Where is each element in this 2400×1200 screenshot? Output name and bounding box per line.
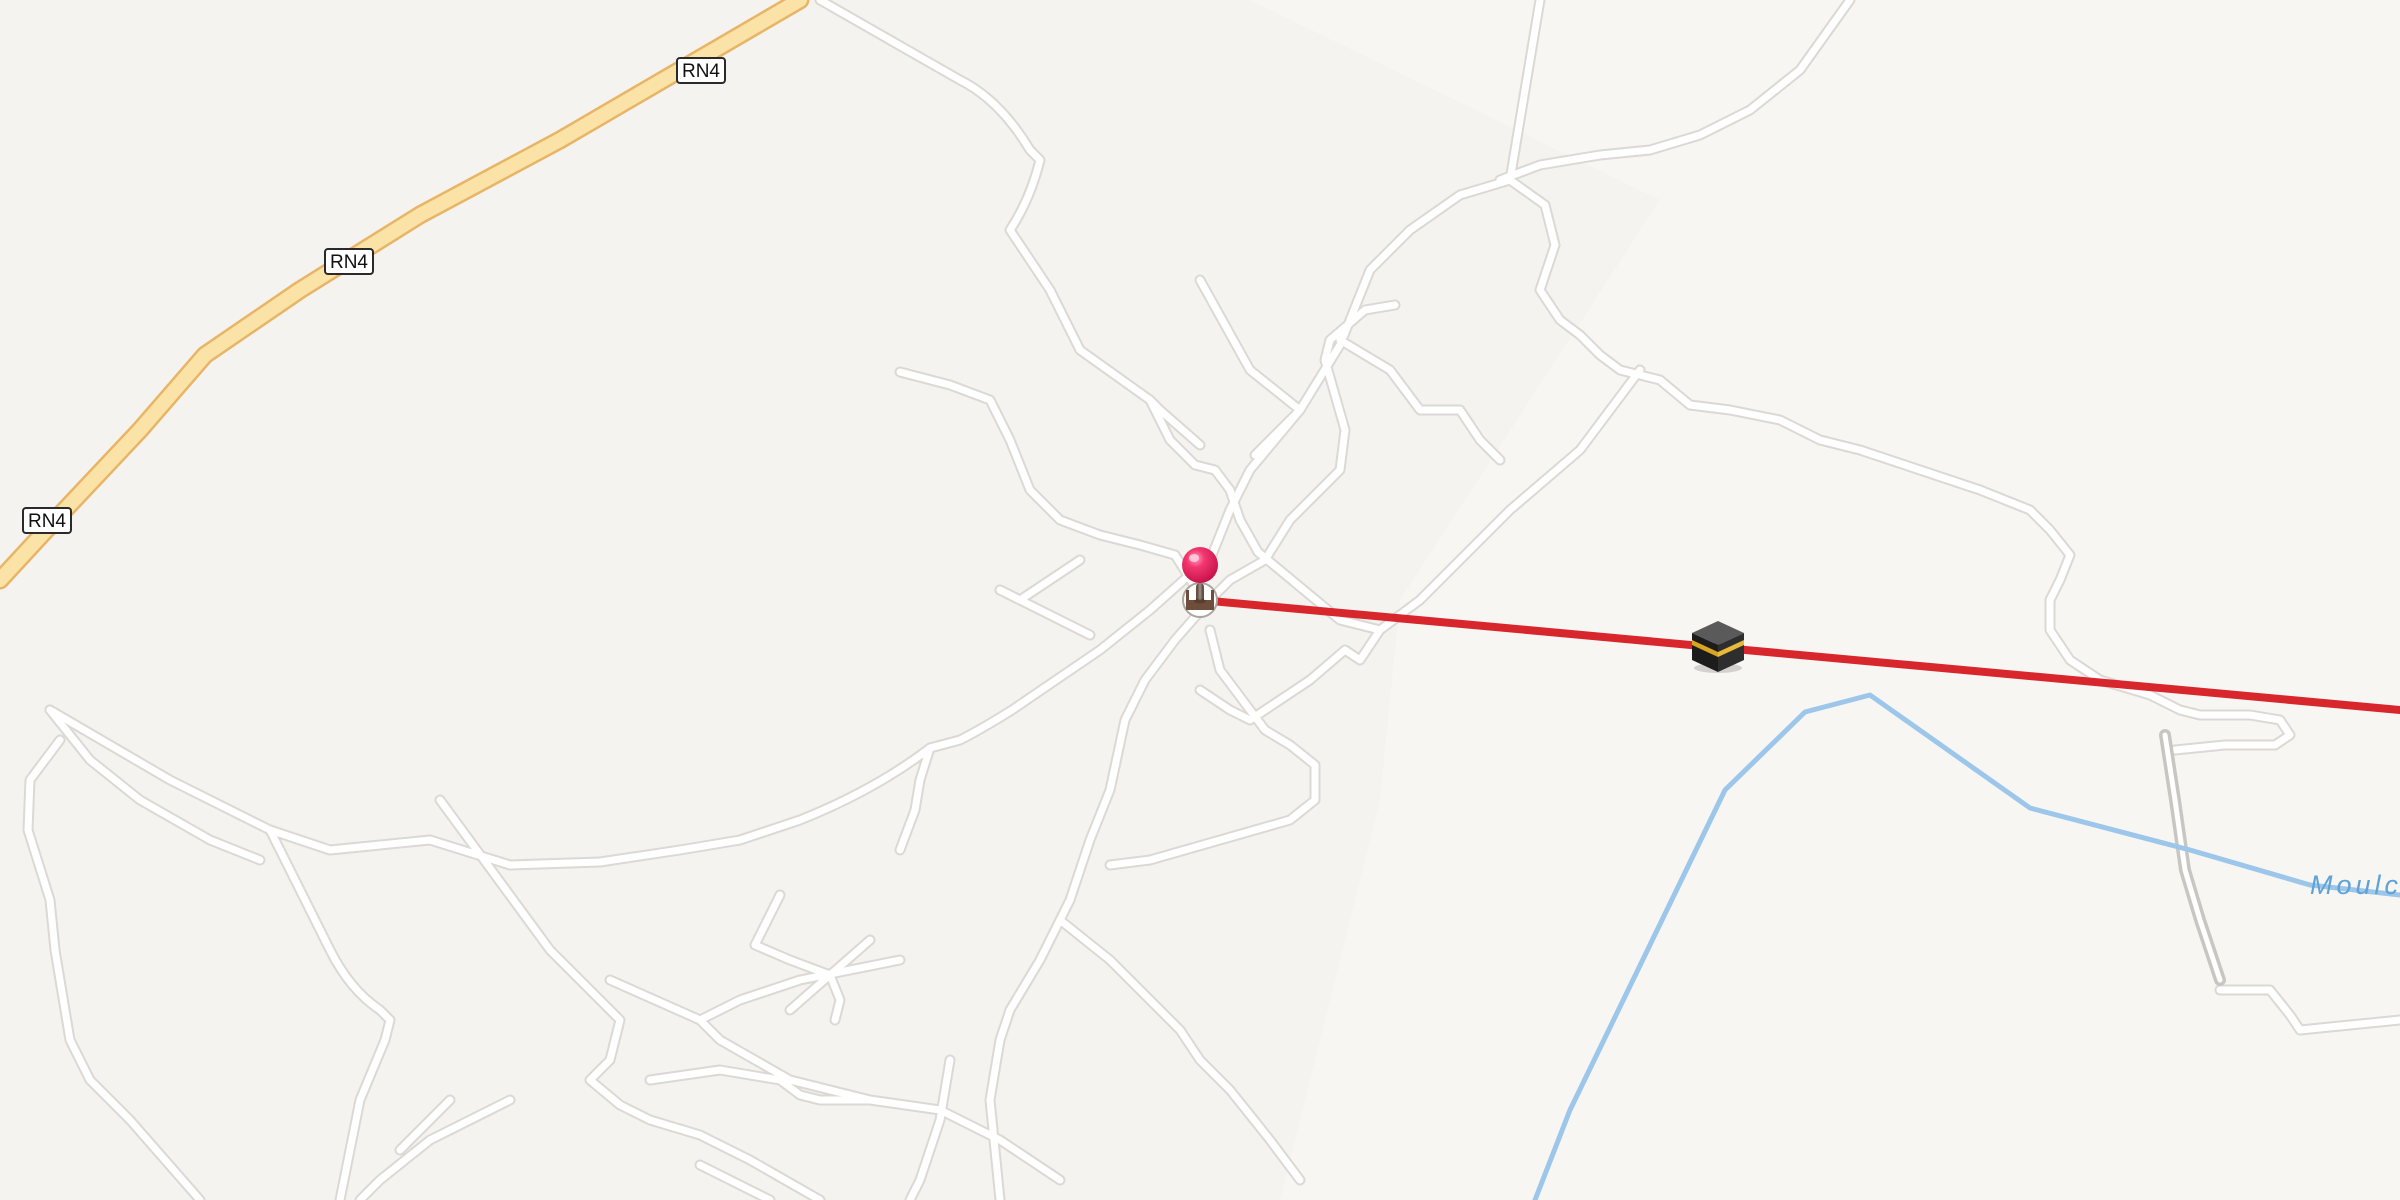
river-label: Moulc xyxy=(2310,870,2400,900)
route-shield: RN4 xyxy=(22,507,72,534)
route-shield-label: RN4 xyxy=(28,511,66,532)
route-shield-label: RN4 xyxy=(330,252,368,273)
highway-rn4 xyxy=(0,0,810,590)
route-shield: RN4 xyxy=(324,248,374,275)
route-shield-label: RN4 xyxy=(682,61,720,82)
route-shield: RN4 xyxy=(676,57,726,84)
map-canvas[interactable]: RN4 RN4 RN4 Moulc xyxy=(0,0,2400,1200)
